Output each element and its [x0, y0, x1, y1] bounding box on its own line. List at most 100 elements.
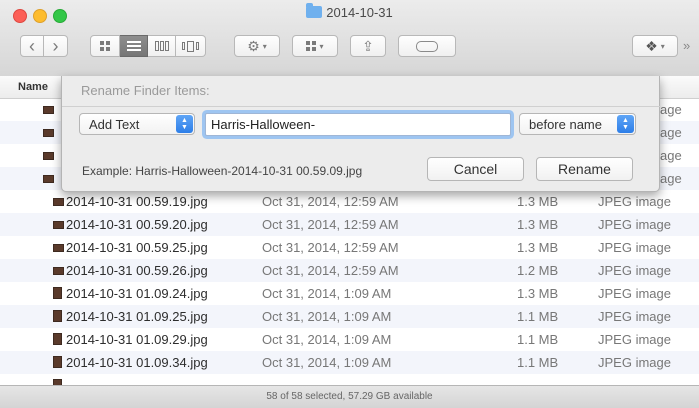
title-bar: 2014-10-31 ‹ › ⚙ ▾ ▾ ⇪ ❖ ▾ »: [0, 0, 699, 77]
chevron-down-icon: ▾: [660, 41, 665, 51]
name-cell: 2014-10-31 01.09.34.jpg: [66, 355, 208, 370]
action-menu-button[interactable]: ⚙ ▾: [234, 35, 280, 57]
kind-cell: JPEG image: [598, 332, 671, 347]
size-cell: 1.1 MB: [517, 355, 559, 370]
kind-cell: age: [660, 125, 682, 140]
cover-flow-view-button[interactable]: [176, 35, 206, 57]
name-cell: 2014-10-31 00.59.19.jpg: [66, 194, 208, 209]
chevron-down-icon: ▾: [319, 41, 324, 51]
popup-arrows-icon: ▲ ▼: [617, 115, 634, 133]
image-thumbnail-icon: [43, 152, 54, 160]
rename-example-text: Example: Harris-Halloween-2014-10-31 00.…: [82, 164, 363, 178]
name-cell: 2014-10-31 01.09.24.jpg: [66, 286, 208, 301]
name-cell: 2014-10-31 01.09.25.jpg: [66, 309, 208, 324]
list-view-button[interactable]: [120, 35, 148, 57]
image-thumbnail-icon: [43, 175, 54, 183]
date-cell: Oct 31, 2014, 1:09 AM: [262, 332, 392, 347]
finder-window: 2014-10-31 ‹ › ⚙ ▾ ▾ ⇪ ❖ ▾ » Name age ag…: [0, 0, 699, 408]
text-position-value: before name: [529, 117, 602, 132]
folder-icon: [306, 3, 323, 18]
table-row-partial[interactable]: [0, 374, 699, 385]
gear-icon: ⚙: [247, 37, 260, 54]
status-bar: 58 of 58 selected, 57.29 GB available: [0, 385, 699, 408]
size-cell: 1.3 MB: [517, 194, 559, 209]
image-thumbnail-icon: [53, 244, 64, 252]
list-icon: [126, 39, 141, 53]
kind-cell: age: [660, 148, 682, 163]
arrange-grid-icon: [306, 41, 317, 51]
sheet-title: Rename Finder Items:: [81, 83, 210, 98]
popup-arrows-icon: ▲ ▼: [176, 115, 193, 133]
date-cell: Oct 31, 2014, 12:59 AM: [262, 194, 399, 209]
status-text: 58 of 58 selected, 57.29 GB available: [266, 391, 433, 402]
table-row[interactable]: 2014-10-31 00.59.20.jpg Oct 31, 2014, 12…: [0, 213, 699, 236]
table-row[interactable]: 2014-10-31 00.59.26.jpg Oct 31, 2014, 12…: [0, 259, 699, 282]
date-cell: Oct 31, 2014, 1:09 AM: [262, 355, 392, 370]
share-icon: ⇪: [362, 37, 374, 54]
kind-cell: age: [660, 102, 682, 117]
size-cell: 1.3 MB: [517, 240, 559, 255]
columns-icon: [154, 41, 169, 51]
table-row[interactable]: 2014-10-31 01.09.25.jpg Oct 31, 2014, 1:…: [0, 305, 699, 328]
image-thumbnail-icon: [53, 198, 64, 206]
chevron-right-icon: ›: [52, 35, 59, 56]
table-row[interactable]: 2014-10-31 01.09.29.jpg Oct 31, 2014, 1:…: [0, 328, 699, 351]
back-button[interactable]: ‹: [20, 35, 44, 57]
window-title: 2014-10-31: [326, 5, 393, 20]
image-thumbnail-icon: [53, 221, 64, 229]
name-cell: 2014-10-31 00.59.25.jpg: [66, 240, 208, 255]
name-cell: 2014-10-31 00.59.20.jpg: [66, 217, 208, 232]
table-row[interactable]: 2014-10-31 00.59.19.jpg Oct 31, 2014, 12…: [0, 190, 699, 213]
size-cell: 1.2 MB: [517, 263, 559, 278]
table-row[interactable]: 2014-10-31 01.09.34.jpg Oct 31, 2014, 1:…: [0, 351, 699, 374]
kind-cell: JPEG image: [598, 217, 671, 232]
kind-cell: JPEG image: [598, 240, 671, 255]
date-cell: Oct 31, 2014, 12:59 AM: [262, 217, 399, 232]
column-view-button[interactable]: [148, 35, 176, 57]
tag-icon: [416, 40, 438, 52]
chevron-left-icon: ‹: [29, 35, 35, 56]
rename-finder-items-sheet: Rename Finder Items: Add Text ▲▼ before …: [61, 76, 661, 192]
arrange-menu-button[interactable]: ▾: [292, 35, 338, 57]
size-cell: 1.1 MB: [517, 332, 559, 347]
share-button[interactable]: ⇪: [350, 35, 386, 57]
window-title-area: 2014-10-31: [0, 3, 699, 20]
tag-button[interactable]: [398, 35, 456, 57]
rename-mode-popup[interactable]: Add Text ▲ ▼: [79, 113, 195, 135]
toolbar-overflow-button[interactable]: »: [683, 38, 690, 53]
size-cell: 1.3 MB: [517, 286, 559, 301]
date-cell: Oct 31, 2014, 1:09 AM: [262, 286, 392, 301]
size-cell: 1.1 MB: [517, 309, 559, 324]
rename-button[interactable]: Rename: [536, 157, 633, 181]
date-cell: Oct 31, 2014, 12:59 AM: [262, 263, 399, 278]
kind-cell: age: [660, 171, 682, 186]
size-cell: 1.3 MB: [517, 217, 559, 232]
text-position-popup[interactable]: before name ▲ ▼: [519, 113, 636, 135]
date-cell: Oct 31, 2014, 12:59 AM: [262, 240, 399, 255]
image-thumbnail-icon: [53, 356, 62, 368]
table-row[interactable]: 2014-10-31 00.59.25.jpg Oct 31, 2014, 12…: [0, 236, 699, 259]
kind-cell: JPEG image: [598, 355, 671, 370]
cancel-button[interactable]: Cancel: [427, 157, 524, 181]
dropbox-icon: ❖: [645, 37, 658, 54]
kind-cell: JPEG image: [598, 309, 671, 324]
back-forward-control: ‹ ›: [20, 35, 68, 57]
forward-button[interactable]: ›: [44, 35, 68, 57]
dropbox-menu-button[interactable]: ❖ ▾: [632, 35, 678, 57]
name-cell: 2014-10-31 01.09.29.jpg: [66, 332, 208, 347]
image-thumbnail-icon: [53, 310, 62, 322]
rename-text-input[interactable]: [205, 113, 511, 136]
kind-cell: JPEG image: [598, 286, 671, 301]
cover-flow-icon: [182, 40, 199, 52]
image-thumbnail-icon: [43, 129, 54, 137]
image-thumbnail-icon: [53, 287, 62, 299]
view-mode-control: [90, 35, 206, 57]
table-row[interactable]: 2014-10-31 01.09.24.jpg Oct 31, 2014, 1:…: [0, 282, 699, 305]
icon-view-button[interactable]: [90, 35, 120, 57]
name-column-header[interactable]: Name: [18, 81, 48, 93]
kind-cell: JPEG image: [598, 194, 671, 209]
file-list: 2014-10-31 00.59.19.jpg Oct 31, 2014, 12…: [0, 190, 699, 385]
image-thumbnail-icon: [53, 333, 62, 345]
rename-mode-value: Add Text: [89, 117, 140, 132]
sheet-divider: [62, 106, 661, 107]
